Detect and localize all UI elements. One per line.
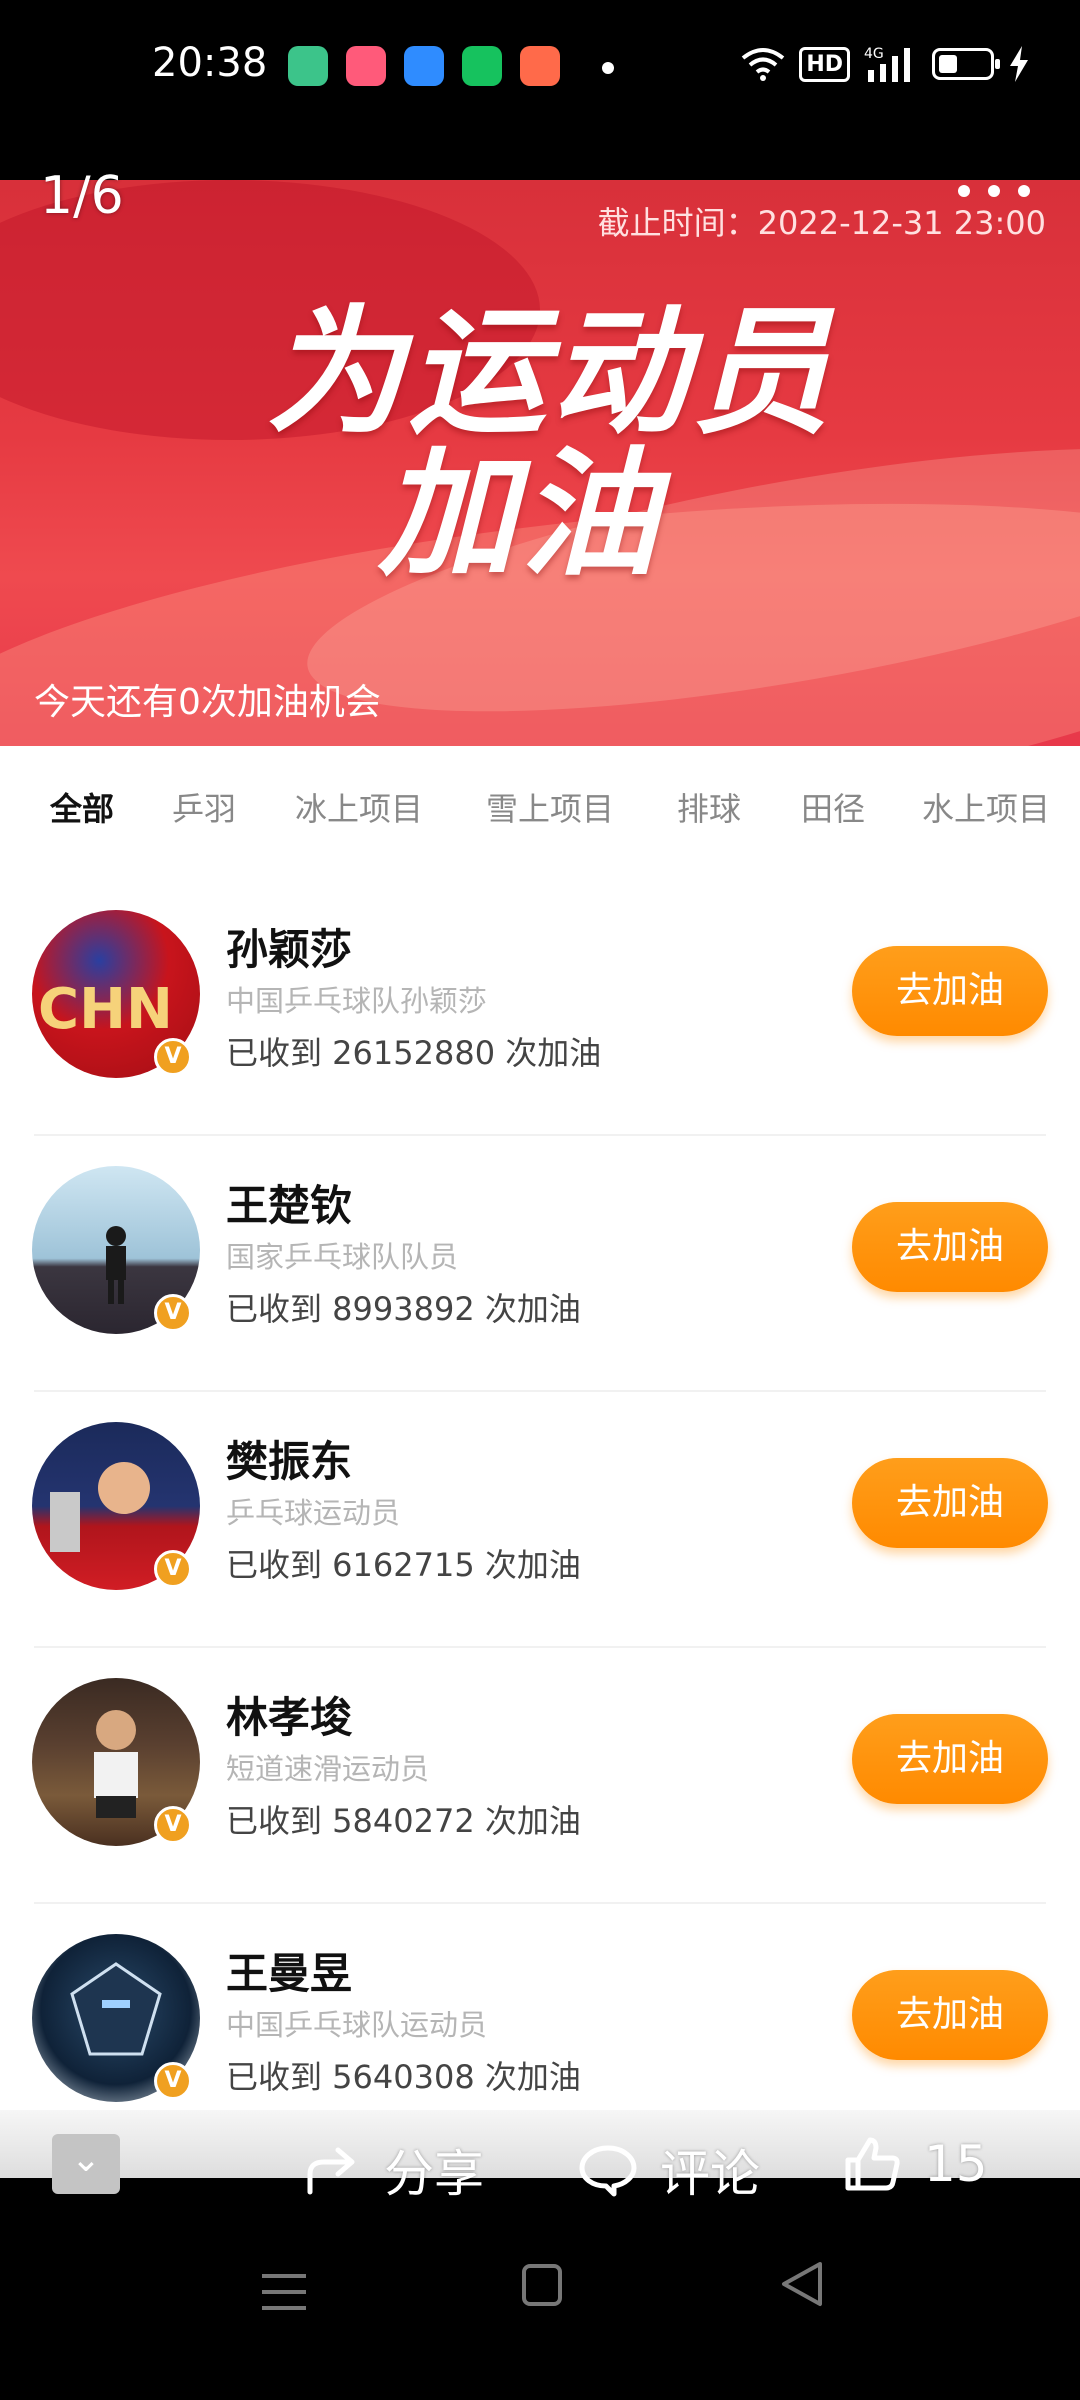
- verified-badge-icon: V: [154, 1038, 192, 1076]
- tab-ice-sports[interactable]: 冰上项目: [295, 784, 423, 830]
- browser-icon: [404, 46, 444, 86]
- category-tabs: 全部 乒羽 冰上项目 雪上项目 排球 田径 水上项目: [0, 746, 1080, 860]
- battery-icon: [932, 48, 1000, 80]
- tab-all[interactable]: 全部: [50, 784, 114, 830]
- cheer-button[interactable]: 去加油: [852, 1714, 1048, 1804]
- share-icon: [307, 2147, 355, 2195]
- verified-badge-icon: V: [154, 2062, 192, 2100]
- cheer-count: 已收到 6162715 次加油: [226, 1546, 581, 1584]
- list-item[interactable]: V 樊振东 乒乓球运动员 已收到 6162715 次加油 去加油: [0, 1392, 1080, 1648]
- cheer-button[interactable]: 去加油: [852, 1970, 1048, 2060]
- clock: 20:38: [152, 40, 268, 86]
- cheer-count: 已收到 5640308 次加油: [226, 2058, 581, 2096]
- image-counter: 1/6: [40, 166, 124, 226]
- hd-icon: HD: [799, 46, 850, 82]
- tab-volleyball[interactable]: 排球: [677, 784, 741, 830]
- more-options-icon[interactable]: [958, 185, 1030, 197]
- wifi-icon: [742, 48, 785, 81]
- verified-badge-icon: V: [154, 1294, 192, 1332]
- athlete-name: 樊振东: [226, 1437, 353, 1486]
- notification-icons: [288, 46, 560, 86]
- athlete-description: 短道速滑运动员: [226, 1752, 430, 1786]
- svg-text:4G: 4G: [864, 46, 884, 62]
- collapse-button[interactable]: ⌄: [52, 2134, 120, 2194]
- home-icon[interactable]: [522, 2264, 562, 2306]
- cheer-count: 已收到 8993892 次加油: [226, 1290, 581, 1328]
- cheer-button[interactable]: 去加油: [852, 1458, 1048, 1548]
- tab-athletics[interactable]: 田径: [801, 784, 865, 830]
- athlete-name: 王曼昱: [226, 1949, 353, 1998]
- thumbs-up-icon: [845, 2137, 900, 2191]
- recent-apps-icon[interactable]: [262, 2274, 306, 2322]
- game-icon: [520, 46, 560, 86]
- list-item[interactable]: V 林孝埈 短道速滑运动员 已收到 5840272 次加油 去加油: [0, 1648, 1080, 1904]
- like-count: 15: [924, 2135, 988, 2193]
- shop-icon: [462, 46, 502, 86]
- back-icon[interactable]: [780, 2260, 824, 2308]
- verified-badge-icon: V: [154, 1806, 192, 1844]
- list-item[interactable]: V 王楚钦 国家乒乓球队队员 已收到 8993892 次加油 去加油: [0, 1136, 1080, 1392]
- share-button[interactable]: 分享: [302, 2134, 484, 2206]
- charging-icon: [1010, 46, 1028, 82]
- list-item[interactable]: CHN V 孙颖莎 中国乒乓球队孙颖莎 已收到 26152880 次加油 去加油: [0, 880, 1080, 1136]
- cheer-count: 已收到 5840272 次加油: [226, 1802, 581, 1840]
- more-notifications-dot: [602, 62, 614, 74]
- banner: 截止时间：2022-12-31 23:00 为运动员 加油 今天还有0次加油机会: [0, 180, 1080, 746]
- athlete-name: 林孝埈: [226, 1693, 353, 1742]
- remaining-chances-text: 今天还有0次加油机会: [34, 682, 381, 723]
- deadline-text: 截止时间：2022-12-31 23:00: [597, 204, 1046, 242]
- phone-icon: [288, 46, 328, 86]
- app-grid-icon: [346, 46, 386, 86]
- tab-snow-sports[interactable]: 雪上项目: [486, 784, 614, 830]
- athlete-description: 国家乒乓球队队员: [226, 1240, 459, 1274]
- navigation-bar: [0, 2178, 1080, 2400]
- status-bar: 20:38 HD 4G: [0, 0, 1080, 180]
- banner-headline-line2: 加油: [377, 434, 662, 595]
- athlete-description: 中国乒乓球队孙颖莎: [226, 984, 488, 1018]
- comment-icon: [579, 2145, 637, 2197]
- signal-icon: 4G: [864, 46, 910, 82]
- comment-button[interactable]: 评论: [578, 2134, 760, 2206]
- tab-table-tennis-badminton[interactable]: 乒羽: [172, 784, 236, 830]
- cheer-button[interactable]: 去加油: [852, 1202, 1048, 1292]
- athlete-description: 中国乒乓球队运动员: [226, 2008, 488, 2042]
- svg-text:CHN: CHN: [38, 977, 173, 1042]
- cheer-count: 已收到 26152880 次加油: [226, 1034, 602, 1072]
- verified-badge-icon: V: [154, 1550, 192, 1588]
- system-indicators: HD 4G: [741, 44, 1030, 84]
- image-viewer[interactable]: 截止时间：2022-12-31 23:00 为运动员 加油 今天还有0次加油机会…: [0, 180, 1080, 2178]
- athlete-name: 孙颖莎: [226, 925, 353, 974]
- athlete-description: 乒乓球运动员: [226, 1496, 401, 1530]
- athlete-name: 王楚钦: [226, 1181, 353, 1230]
- share-label: 分享: [384, 2145, 484, 2203]
- like-button[interactable]: 15: [842, 2134, 988, 2194]
- tab-water-sports[interactable]: 水上项目: [922, 784, 1050, 830]
- comment-label: 评论: [660, 2145, 760, 2203]
- cheer-button[interactable]: 去加油: [852, 946, 1048, 1036]
